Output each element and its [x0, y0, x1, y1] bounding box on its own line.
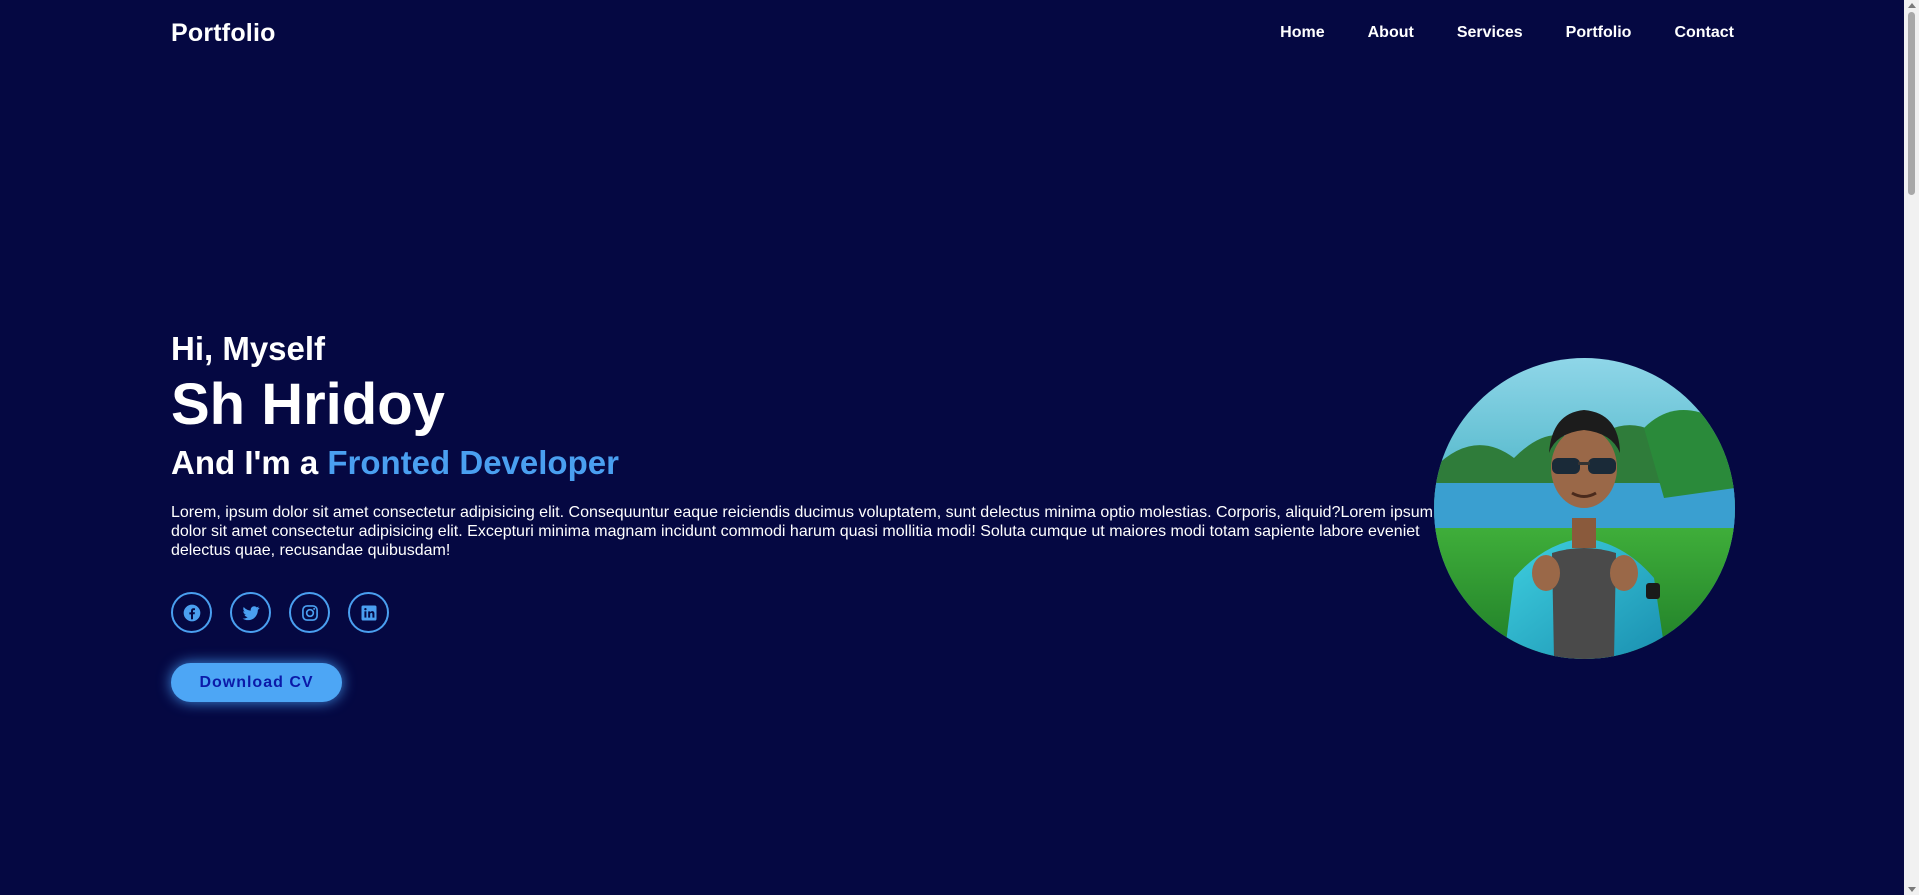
hero-role: And I'm a Fronted Developer [171, 443, 1441, 483]
page-scrollbar[interactable] [1904, 0, 1919, 895]
hero-name: Sh Hridoy [171, 372, 445, 437]
download-cv-button[interactable]: Download CV [171, 663, 342, 702]
navbar: Portfolio Home About Services Portfolio … [171, 0, 1734, 66]
twitter-icon [241, 603, 261, 623]
hero-greeting: Hi, Myself [171, 330, 326, 367]
instagram-icon [300, 603, 320, 623]
hero-section: Hi, Myself Sh Hridoy And I'm a Fronted D… [171, 329, 1441, 702]
site-logo[interactable]: Portfolio [171, 19, 276, 48]
scroll-up-icon[interactable] [1908, 3, 1916, 8]
portfolio-page: Portfolio Home About Services Portfolio … [0, 0, 1919, 895]
profile-photo-image [1434, 358, 1735, 659]
linkedin-icon [359, 603, 379, 623]
instagram-link[interactable] [289, 592, 330, 633]
role-highlight: Fronted Developer [327, 444, 619, 481]
social-links [171, 592, 1441, 633]
scrollbar-thumb[interactable] [1908, 12, 1915, 195]
nav-link-portfolio[interactable]: Portfolio [1566, 24, 1632, 42]
scroll-down-icon[interactable] [1908, 887, 1916, 892]
profile-photo [1434, 358, 1735, 659]
nav-links: Home About Services Portfolio Contact [1280, 24, 1734, 42]
twitter-link[interactable] [230, 592, 271, 633]
linkedin-link[interactable] [348, 592, 389, 633]
nav-link-home[interactable]: Home [1280, 24, 1324, 42]
role-prefix: And I'm a [171, 444, 328, 481]
nav-link-contact[interactable]: Contact [1674, 24, 1734, 42]
hero-bio: Lorem, ipsum dolor sit amet consectetur … [171, 504, 1433, 559]
facebook-icon [182, 603, 202, 623]
nav-link-services[interactable]: Services [1457, 24, 1523, 42]
nav-link-about[interactable]: About [1368, 24, 1414, 42]
facebook-link[interactable] [171, 592, 212, 633]
